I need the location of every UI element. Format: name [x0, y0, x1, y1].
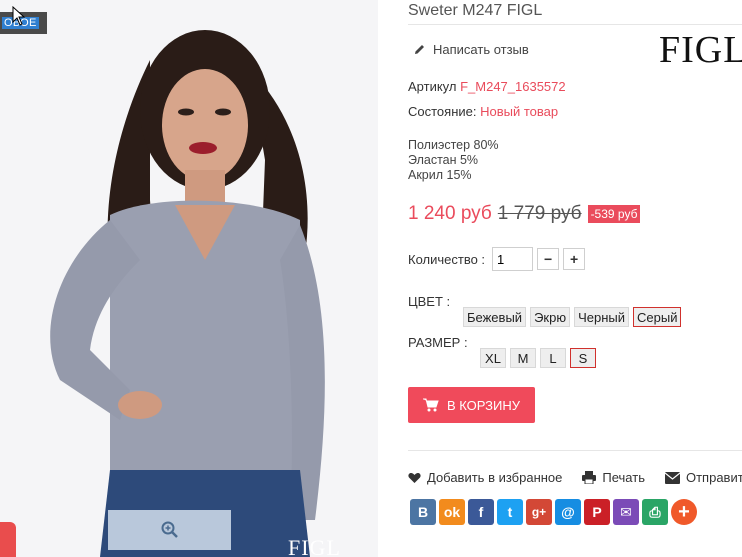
color-option-beige[interactable]: Бежевый	[463, 307, 527, 327]
article-value: F_M247_1635572	[460, 79, 566, 94]
plus-icon: +	[569, 251, 579, 267]
composition-item: Эластан 5%	[408, 153, 479, 167]
composition-list: Полиэстер 80% Эластан 5% Акрил 15%	[408, 138, 499, 183]
envelope-icon	[664, 471, 680, 484]
condition-row: Состояние: Новый товар	[408, 104, 558, 119]
product-image[interactable]: ОВОЕ FIGL	[0, 0, 378, 557]
print-share-icon[interactable]: ⎙	[642, 499, 668, 525]
heart-icon	[408, 472, 421, 483]
quantity-input[interactable]	[492, 247, 534, 271]
pinterest-share-icon[interactable]: P	[584, 499, 610, 525]
zoom-in-icon	[161, 521, 178, 538]
facebook-share-icon[interactable]: f	[468, 499, 494, 525]
cart-icon	[422, 398, 439, 412]
product-info: Sweter M247 FIGL FIGL Написать отзыв Арт…	[395, 0, 742, 557]
photo-watermark-logo: FIGL	[288, 535, 341, 557]
size-option-xl[interactable]: XL	[480, 348, 506, 368]
title-divider	[408, 24, 742, 25]
quantity-decrease-button[interactable]: −	[537, 248, 560, 270]
article-label: Артикул	[408, 79, 457, 94]
zoom-button[interactable]	[108, 510, 231, 550]
mail-ru-share-icon[interactable]: @	[555, 499, 581, 525]
size-option-l[interactable]: L	[540, 348, 566, 368]
quantity-increase-button[interactable]: +	[563, 248, 586, 270]
minus-icon: −	[543, 251, 553, 267]
price-block: 1 240 руб 1 779 руб -539 руб	[408, 203, 641, 225]
vkontakte-share-icon[interactable]: В	[410, 499, 436, 525]
quantity-label: Количество :	[408, 251, 486, 267]
product-actions: Добавить в избранное Печать Отправить др	[408, 470, 742, 485]
add-to-cart-button[interactable]: В КОРЗИНУ	[408, 387, 535, 423]
google-plus-share-icon[interactable]: g+	[526, 499, 552, 525]
write-review-label: Написать отзыв	[433, 42, 529, 57]
email-share-icon[interactable]: ✉	[613, 499, 639, 525]
quantity-row: Количество : − +	[408, 247, 586, 271]
brand-logo[interactable]: FIGL	[659, 28, 742, 72]
size-options: XL M L S	[480, 348, 596, 368]
product-title: Sweter M247 FIGL	[408, 2, 543, 19]
price-old: 1 779 руб	[497, 203, 582, 224]
twitter-share-icon[interactable]: t	[497, 499, 523, 525]
add-to-cart-label: В КОРЗИНУ	[446, 397, 521, 413]
article-row: Артикул F_M247_1635572	[408, 79, 566, 94]
composition-item: Полиэстер 80%	[408, 138, 499, 152]
send-to-friend-link[interactable]: Отправить др	[686, 470, 742, 485]
size-option-s[interactable]: S	[570, 348, 596, 368]
pencil-icon	[415, 45, 424, 54]
color-label: ЦВЕТ :	[408, 294, 451, 309]
condition-label: Состояние:	[408, 104, 477, 119]
mouse-cursor-icon	[12, 6, 26, 26]
side-tab[interactable]	[0, 522, 16, 557]
printer-icon	[582, 471, 597, 484]
more-share-icon[interactable]: +	[671, 499, 697, 525]
actions-divider	[408, 450, 742, 451]
size-option-m[interactable]: M	[510, 348, 536, 368]
condition-value: Новый товар	[480, 104, 559, 119]
color-option-ecru[interactable]: Экрю	[530, 307, 571, 327]
composition-item: Акрил 15%	[408, 168, 472, 182]
product-photo-illustration	[0, 0, 378, 557]
social-share-bar: В ok f t g+ @ P ✉ ⎙ +	[410, 499, 697, 525]
discount-badge: -539 руб	[587, 205, 641, 223]
size-label: РАЗМЕР :	[408, 335, 468, 350]
odnoklassniki-share-icon[interactable]: ok	[439, 499, 465, 525]
color-option-grey[interactable]: Серый	[633, 307, 682, 327]
color-options: Бежевый Экрю Черный Серый	[463, 307, 682, 327]
price-current: 1 240 руб	[408, 203, 492, 224]
add-to-wishlist-link[interactable]: Добавить в избранное	[427, 470, 562, 485]
print-link[interactable]: Печать	[602, 470, 645, 485]
color-option-black[interactable]: Черный	[574, 307, 629, 327]
write-review-link[interactable]: Написать отзыв	[413, 42, 529, 57]
